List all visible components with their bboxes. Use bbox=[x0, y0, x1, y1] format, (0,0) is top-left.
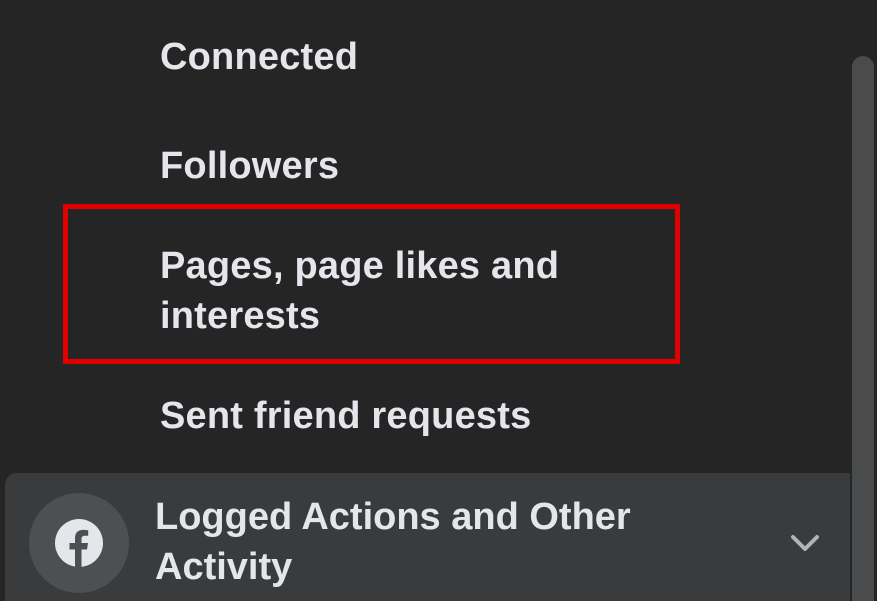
section-logged-actions[interactable]: Logged Actions and Other Activity bbox=[5, 473, 863, 601]
menu-item-sent-friend-requests[interactable]: Sent friend requests bbox=[160, 391, 531, 441]
section-icon-circle bbox=[29, 493, 129, 593]
menu-item-connected[interactable]: Connected bbox=[160, 32, 358, 82]
activity-menu-panel: Connected Followers Pages, page likes an… bbox=[0, 0, 877, 601]
section-label: Logged Actions and Other Activity bbox=[155, 496, 631, 588]
chevron-down-icon[interactable] bbox=[785, 523, 825, 563]
facebook-icon bbox=[55, 519, 103, 568]
scrollbar-thumb[interactable] bbox=[852, 56, 874, 601]
menu-item-pages-page-likes-interests[interactable]: Pages, page likes and interests bbox=[160, 241, 670, 341]
menu-item-followers[interactable]: Followers bbox=[160, 141, 339, 191]
